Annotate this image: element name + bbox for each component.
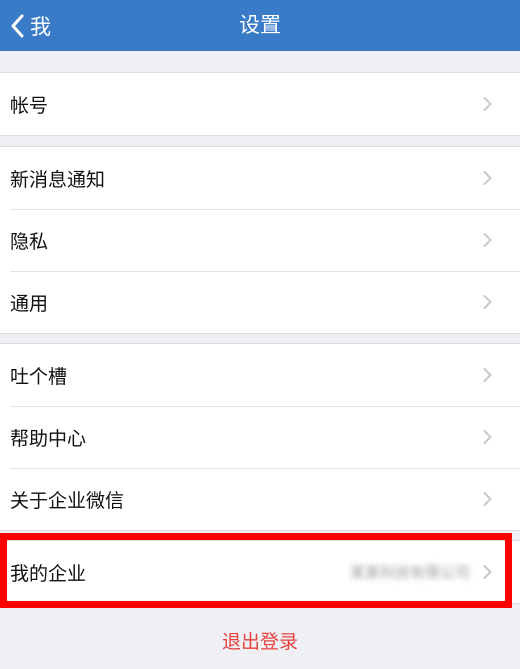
settings-item-label: 吐个槽 bbox=[10, 365, 68, 388]
chevron-right-icon bbox=[483, 171, 492, 185]
navigation-bar: 我 设置 bbox=[0, 0, 520, 51]
settings-item-label: 新消息通知 bbox=[10, 168, 106, 191]
settings-item-general[interactable]: 通用 bbox=[0, 271, 520, 333]
settings-item-label: 帮助中心 bbox=[10, 427, 87, 450]
settings-item-label: 关于企业微信 bbox=[10, 489, 125, 512]
settings-item-account[interactable]: 帐号 bbox=[0, 73, 520, 135]
settings-item-label: 帐号 bbox=[10, 94, 49, 117]
chevron-right-icon bbox=[483, 430, 492, 444]
chevron-right-icon bbox=[483, 233, 492, 247]
settings-item-label: 通用 bbox=[10, 292, 49, 315]
settings-group-support: 吐个槽 帮助中心 关于企业微信 bbox=[0, 343, 520, 531]
settings-item-help-center[interactable]: 帮助中心 bbox=[0, 406, 520, 468]
page-title: 设置 bbox=[239, 13, 281, 37]
chevron-right-icon bbox=[483, 368, 492, 382]
settings-item-label: 隐私 bbox=[10, 230, 49, 253]
chevron-right-icon bbox=[483, 97, 492, 111]
settings-item-my-enterprise[interactable]: 我的企业 某某科技有限公司 bbox=[0, 541, 520, 603]
chevron-right-icon bbox=[483, 295, 492, 309]
settings-item-about[interactable]: 关于企业微信 bbox=[0, 468, 520, 530]
settings-group-preferences: 新消息通知 隐私 通用 bbox=[0, 146, 520, 334]
settings-item-label: 我的企业 bbox=[10, 562, 87, 585]
chevron-right-icon bbox=[483, 565, 492, 579]
settings-item-feedback[interactable]: 吐个槽 bbox=[0, 344, 520, 406]
enterprise-name-value: 某某科技有限公司 bbox=[349, 563, 470, 582]
settings-group-enterprise: 我的企业 某某科技有限公司 bbox=[0, 540, 520, 604]
settings-group-account: 帐号 bbox=[0, 72, 520, 136]
logout-button[interactable]: 退出登录 bbox=[0, 622, 520, 662]
settings-item-privacy[interactable]: 隐私 bbox=[0, 209, 520, 271]
chevron-right-icon bbox=[483, 492, 492, 506]
settings-item-notifications[interactable]: 新消息通知 bbox=[0, 147, 520, 209]
